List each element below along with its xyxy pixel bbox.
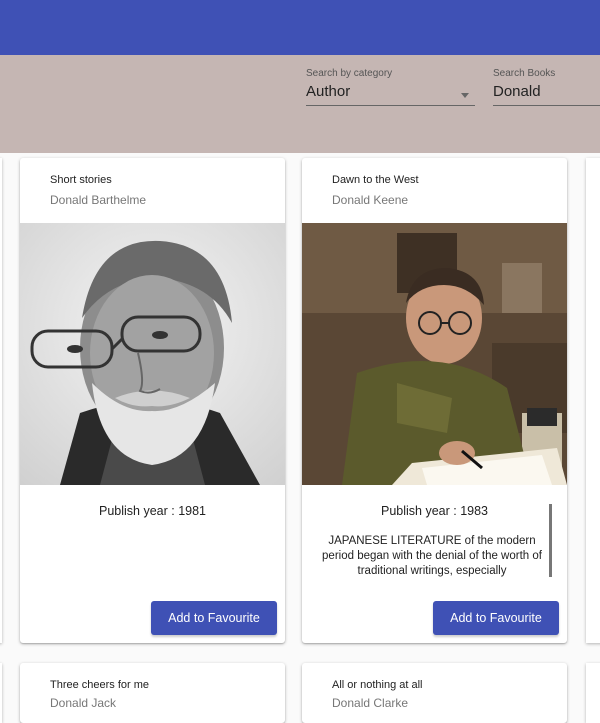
book-author: Donald Barthelme [50,193,147,207]
category-select-value[interactable]: Author [306,83,475,100]
book-title: All or nothing at all [332,679,423,691]
book-card-partial-left [0,158,2,643]
search-books-input[interactable]: Donald [493,83,600,100]
book-card: Dawn to the West Donald Keene Publish ye… [302,158,567,643]
book-author: Donald Keene [332,193,409,207]
book-title: Short stories [50,174,112,186]
book-author: Donald Jack [50,696,117,710]
book-card: All or nothing at all Donald Clarke [302,663,567,723]
add-to-favourite-button[interactable]: Add to Favourite [433,601,559,635]
publish-year: Publish year : 1983 [380,504,488,518]
publish-year: Publish year : 1981 [98,504,206,518]
author-photo [302,223,567,485]
category-underline [306,105,475,106]
author-photo [20,223,285,485]
book-card: Short stories Donald Barthelme Publish y… [20,158,285,643]
book-card: Three cheers for me Donald Jack [20,663,285,723]
book-card-partial-right [586,158,600,643]
category-select-label: Search by category [306,68,393,79]
dropdown-arrow-icon[interactable] [461,93,469,98]
book-title: Dawn to the West [332,174,419,186]
book-description: JAPANESE LITERATURE of the modern period… [322,535,542,577]
category-select[interactable]: Search by category Author [306,68,475,106]
book-author: Donald Clarke [332,696,409,710]
book-card-partial-left [0,663,2,723]
book-title: Three cheers for me [50,679,150,691]
app-bar [0,0,600,55]
search-books-underline [493,105,600,106]
add-to-favourite-button[interactable]: Add to Favourite [151,601,277,635]
description-scrollbar[interactable] [549,504,552,577]
search-books-field[interactable]: Search Books Donald [493,68,600,106]
book-card-partial-right [586,663,600,723]
search-books-label: Search Books [493,68,556,79]
